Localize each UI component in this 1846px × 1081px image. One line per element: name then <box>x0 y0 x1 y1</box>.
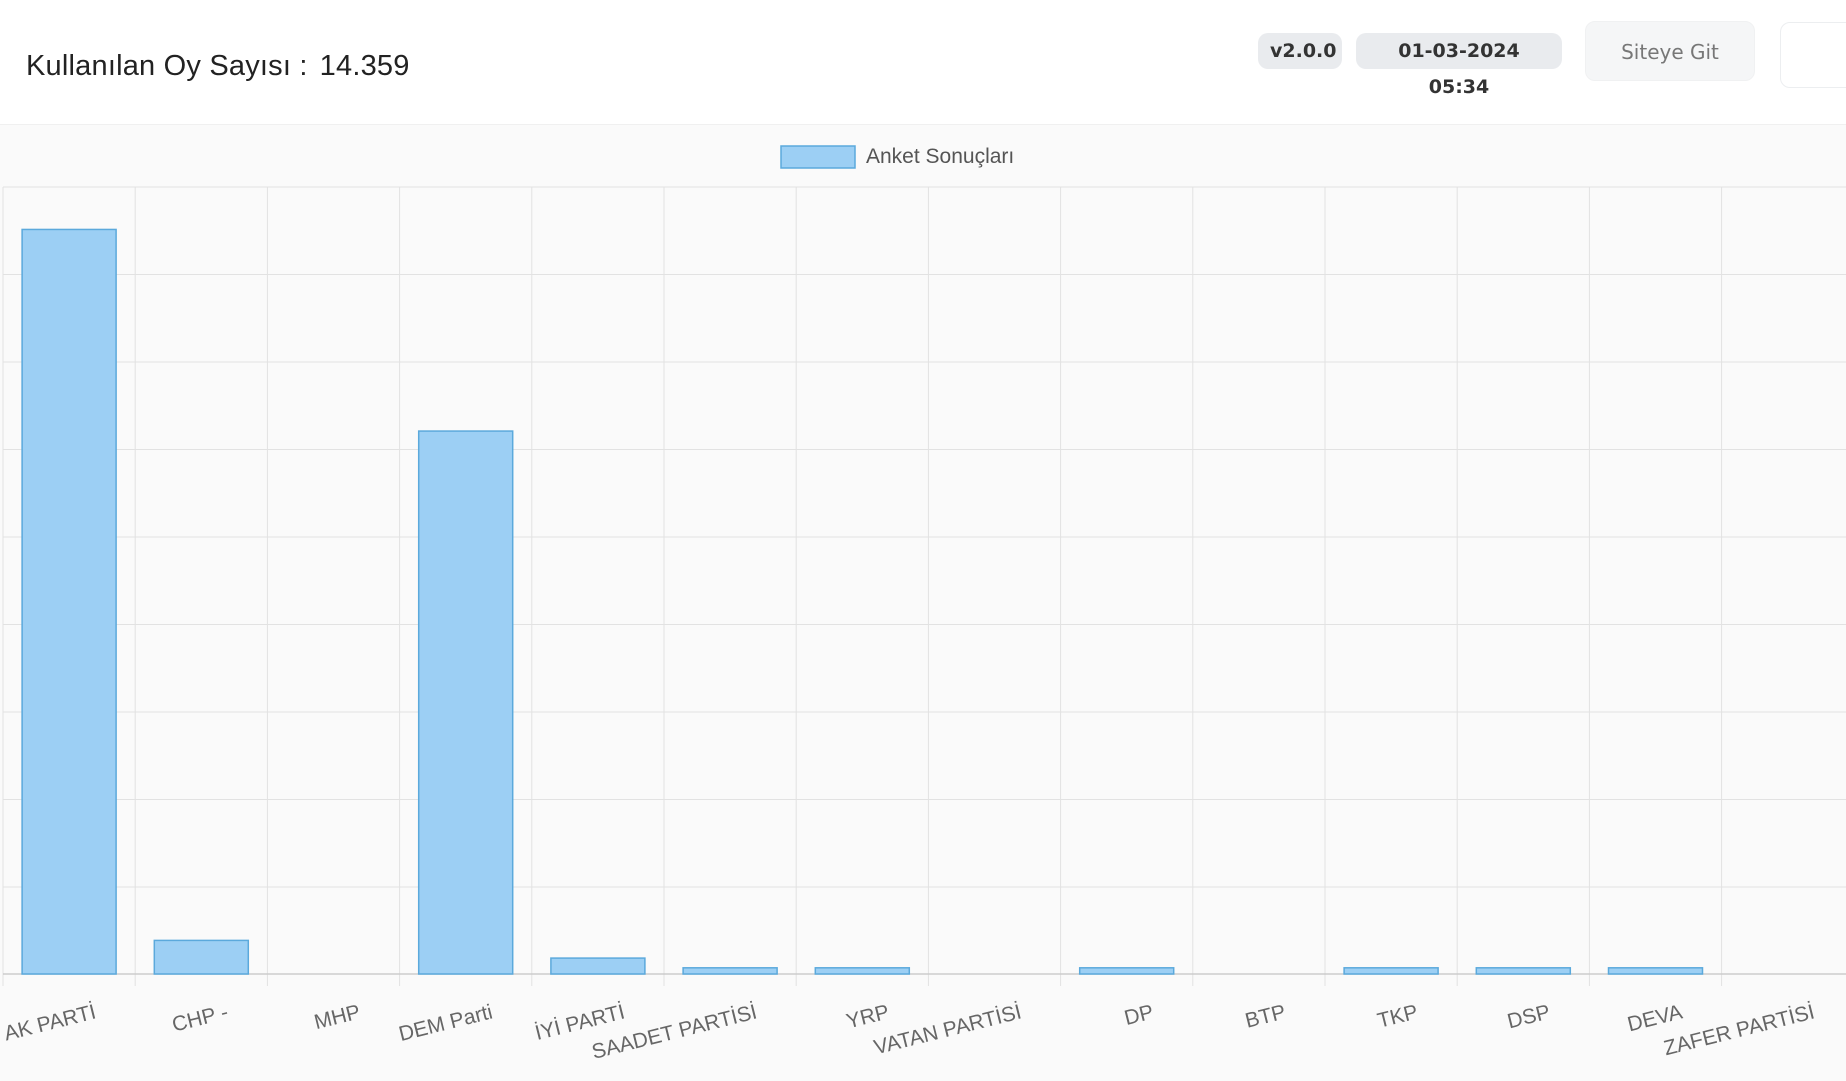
timestamp-badge: 01-03-2024 05:34 <box>1356 33 1562 98</box>
legend[interactable]: Anket Sonuçları <box>780 145 1014 169</box>
x-tick-label-9: BTP <box>1243 1001 1288 1033</box>
x-tick-labels: AK PARTİ CHP - MHP DEM Parti İYİ PARTİSAADET… <box>2 1001 1817 1064</box>
vote-count-value: 14.359 <box>319 50 410 82</box>
bar-5[interactable] <box>682 967 778 975</box>
go-to-site-button[interactable]: Siteye Git <box>1585 21 1755 81</box>
vote-count-label: Kullanılan Oy Sayısı : <box>26 50 308 82</box>
x-tick-label-0: AK PARTİ <box>2 1001 99 1046</box>
bar-1[interactable] <box>153 939 250 975</box>
legend-label[interactable]: Anket Sonuçları <box>866 145 1014 168</box>
bar-6[interactable] <box>814 967 911 975</box>
x-tick-label-3: DEM Parti <box>397 1001 495 1046</box>
bar-0[interactable] <box>21 228 117 975</box>
vote-count: Kullanılan Oy Sayısı : 14.359 <box>26 50 410 83</box>
x-tick-label-12: DEVA <box>1625 1001 1685 1037</box>
x-tick-label-8: DP <box>1122 1001 1156 1030</box>
bar-4[interactable] <box>550 957 646 975</box>
x-tick-label-13: ZAFER PARTİSİ <box>1662 1001 1817 1061</box>
bar-10[interactable] <box>1343 967 1439 975</box>
version-badge: v2.0.0 <box>1258 33 1342 69</box>
header: Kullanılan Oy Sayısı : 14.359 v2.0.0 01-0… <box>0 0 1846 124</box>
x-tick-label-2: MHP <box>312 1001 363 1035</box>
x-tick-label-6: YRP <box>844 1001 891 1034</box>
chart-panel: AK PARTİ CHP - MHP DEM Parti İYİ PARTİ SAADET… <box>0 124 1846 1081</box>
x-tick-label-10: TKP <box>1375 1001 1420 1033</box>
bar-11[interactable] <box>1475 967 1572 975</box>
grid-lines <box>2 186 1846 986</box>
bars <box>21 228 1704 975</box>
bar-3[interactable] <box>417 430 514 975</box>
bar-12[interactable] <box>1607 967 1704 975</box>
x-tick-label-1: CHP - <box>170 1001 231 1037</box>
legend-swatch[interactable] <box>780 145 856 169</box>
bar-8[interactable] <box>1078 967 1175 975</box>
x-tick-label-7: VATAN PARTİSİ <box>872 1001 1024 1060</box>
header-edge-button[interactable] <box>1780 22 1846 88</box>
x-tick-label-11: DSP <box>1505 1001 1552 1034</box>
bar-chart: AK PARTİ CHP - MHP DEM Parti İYİ PARTİSAADET… <box>2 145 1846 1064</box>
